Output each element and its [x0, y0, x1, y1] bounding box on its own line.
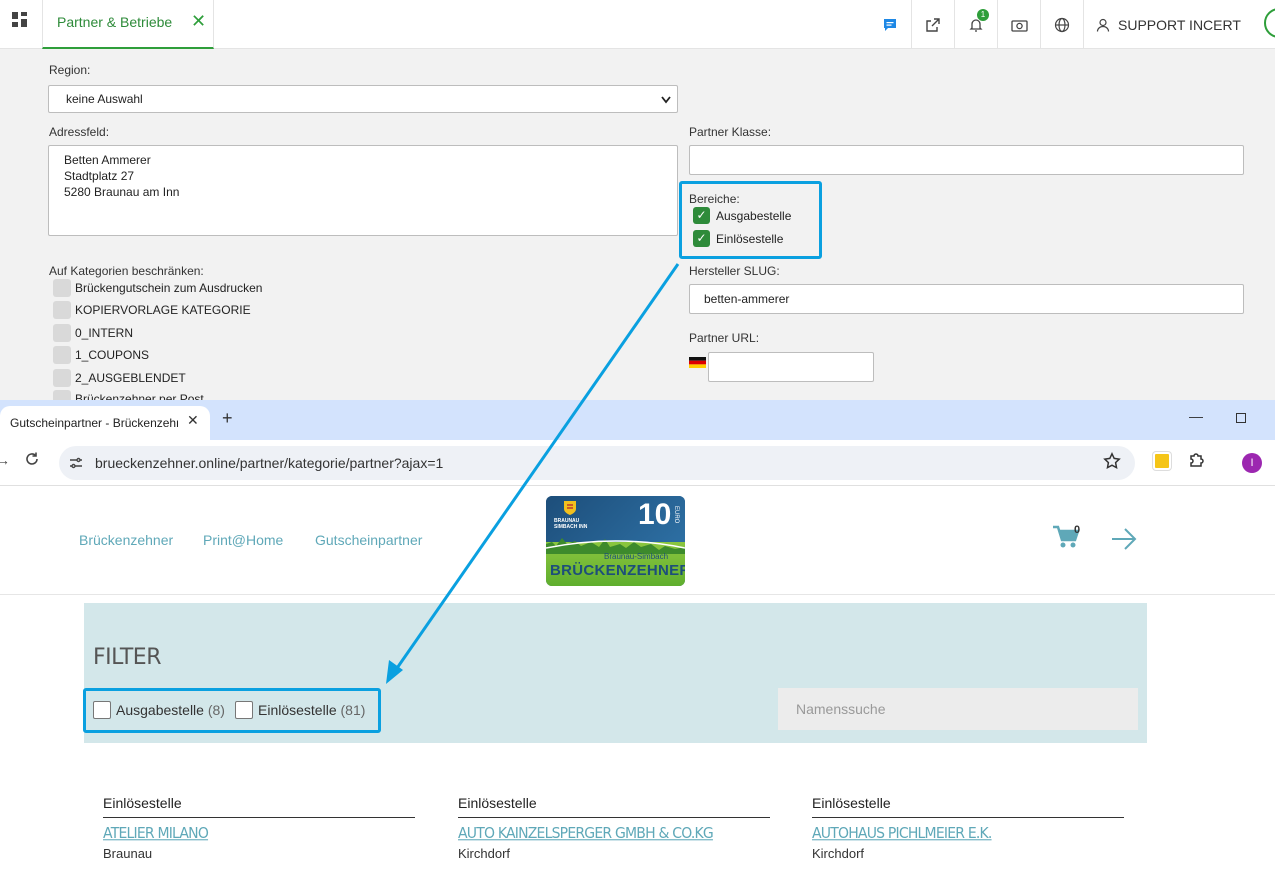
region-label: Region:	[49, 63, 91, 77]
url-text: brueckenzehner.online/partner/kategorie/…	[95, 455, 444, 471]
logo-subtitle: Braunau-Simbach	[604, 552, 669, 561]
admin-topbar: Partner & Betriebe ✕ 1 SUPPORT INCERT	[0, 0, 1275, 49]
notification-badge: 1	[977, 9, 989, 21]
partner-city: Kirchdorf	[458, 846, 511, 861]
bookmark-star-icon[interactable]	[1103, 452, 1121, 470]
chevron-down-icon	[661, 96, 671, 104]
category-label: KOPIERVORLAGE KATEGORIE	[75, 303, 251, 317]
tab-label: Partner & Betriebe	[57, 14, 173, 30]
partner-form: Region: keine Auswahl Adressfeld: Betten…	[30, 50, 1262, 408]
partner-class-label: Partner Klasse:	[689, 125, 772, 139]
category-checkbox[interactable]	[53, 369, 71, 387]
address-line: Betten Ammerer	[64, 153, 151, 167]
support-user-menu[interactable]: SUPPORT INCERT	[1083, 0, 1251, 49]
slug-input[interactable]: betten-ammerer	[689, 284, 1244, 314]
logo-city: BRAUNAU SIMBACH INN	[554, 518, 588, 530]
extension-icon[interactable]	[1153, 452, 1171, 470]
city-crest-icon	[564, 501, 576, 515]
close-icon[interactable]: ✕	[191, 11, 206, 32]
tab-title: Gutscheinpartner - Brückenzehner	[10, 416, 178, 430]
support-label: SUPPORT INCERT	[1118, 16, 1241, 33]
category-checkbox[interactable]	[53, 324, 71, 342]
german-flag-icon	[689, 357, 706, 368]
camera-icon[interactable]	[997, 0, 1040, 49]
logo-name: BRÜCKENZEHNER	[550, 562, 685, 579]
extensions-puzzle-icon[interactable]	[1188, 451, 1206, 469]
reload-icon[interactable]	[24, 451, 40, 467]
category-checkbox[interactable]	[53, 279, 71, 297]
partner-card: Einlösestelle AUTO KAINZELSPERGER GMBH &…	[458, 795, 770, 861]
categories-label: Auf Kategorien beschränken:	[49, 264, 204, 278]
category-checkbox[interactable]	[53, 346, 71, 364]
maximize-icon[interactable]	[1236, 413, 1246, 423]
tab-strip: Gutscheinpartner - Brückenzehner ✕ + —	[0, 400, 1275, 440]
browser-toolbar: → brueckenzehner.online/partner/kategori…	[0, 440, 1275, 486]
external-link-icon[interactable]	[911, 0, 954, 49]
site-info-icon[interactable]	[69, 456, 83, 470]
partner-type: Einlösestelle	[812, 795, 1124, 818]
highlight-box-filter	[83, 688, 381, 733]
minimize-icon[interactable]: —	[1189, 408, 1203, 424]
partner-city: Kirchdorf	[812, 846, 865, 861]
logo-currency: EURO	[673, 506, 679, 524]
partner-type: Einlösestelle	[103, 795, 415, 818]
category-label: 2_AUSGEBLENDET	[75, 371, 186, 385]
address-label: Adressfeld:	[49, 125, 110, 139]
category-label: 0_INTERN	[75, 326, 134, 340]
name-search-input[interactable]	[778, 688, 1138, 730]
partner-card: Einlösestelle ATELIER MILANO Braunau	[103, 795, 415, 861]
partner-url-input[interactable]	[708, 352, 874, 382]
nav-link-gutscheinpartner[interactable]: Gutscheinpartner	[315, 532, 422, 548]
partner-name-link[interactable]: ATELIER MILANO	[103, 826, 415, 843]
address-textarea[interactable]: Betten Ammerer Stadtplatz 27 5280 Brauna…	[48, 145, 678, 236]
partner-name-link[interactable]: AUTOHAUS PICHLMEIER E.K.	[812, 826, 1124, 843]
arrow-right-icon[interactable]	[1111, 528, 1137, 550]
highlight-box-areas	[679, 181, 822, 259]
region-value: keine Auswahl	[66, 92, 143, 106]
address-line: Stadtplatz 27	[64, 169, 135, 183]
category-label: Brückengutschein zum Ausdrucken	[75, 281, 263, 295]
partner-type: Einlösestelle	[458, 795, 770, 818]
address-bar[interactable]: brueckenzehner.online/partner/kategorie/…	[59, 446, 1135, 480]
new-tab-button[interactable]: +	[222, 408, 233, 429]
partner-class-input[interactable]	[689, 145, 1244, 175]
profile-avatar[interactable]: I	[1242, 453, 1262, 473]
browser-window: Gutscheinpartner - Brückenzehner ✕ + — →…	[0, 400, 1275, 870]
apps-grid-icon[interactable]	[11, 11, 29, 29]
filter-title: FILTER	[93, 645, 162, 670]
tab-partner-betriebe[interactable]: Partner & Betriebe ✕	[42, 0, 214, 49]
partner-city: Braunau	[103, 846, 153, 861]
back-arrow-icon[interactable]: →	[0, 452, 10, 468]
user-icon	[1096, 18, 1110, 32]
bell-icon[interactable]	[954, 0, 997, 49]
avatar[interactable]	[1264, 8, 1275, 38]
logo-value: 10	[638, 498, 672, 531]
category-label: 1_COUPONS	[75, 348, 150, 362]
browser-tab[interactable]: Gutscheinpartner - Brückenzehner ✕	[0, 406, 210, 440]
slug-value: betten-ammerer	[704, 292, 790, 306]
partner-name-link[interactable]: AUTO KAINZELSPERGER GMBH & CO.KG	[458, 826, 770, 843]
chat-icon[interactable]	[868, 0, 911, 49]
url-label: Partner URL:	[689, 331, 760, 345]
nav-link-print-at-home[interactable]: Print@Home	[203, 532, 283, 548]
region-select[interactable]: keine Auswahl	[48, 85, 678, 113]
slug-label: Hersteller SLUG:	[689, 264, 780, 278]
address-line: 5280 Braunau am Inn	[64, 185, 180, 199]
cart-count-badge: 0	[1074, 524, 1081, 536]
close-icon[interactable]: ✕	[187, 412, 199, 429]
nav-link-brueckenzehner[interactable]: Brückenzehner	[79, 532, 173, 548]
globe-icon[interactable]	[1040, 0, 1083, 49]
site-logo[interactable]: 10 EURO BRAUNAU SIMBACH INN Braunau-Simb…	[546, 496, 685, 586]
category-checkbox[interactable]	[53, 301, 71, 319]
site-header: Brückenzehner Print@Home Gutscheinpartne…	[0, 487, 1275, 595]
partner-card: Einlösestelle AUTOHAUS PICHLMEIER E.K. K…	[812, 795, 1124, 861]
